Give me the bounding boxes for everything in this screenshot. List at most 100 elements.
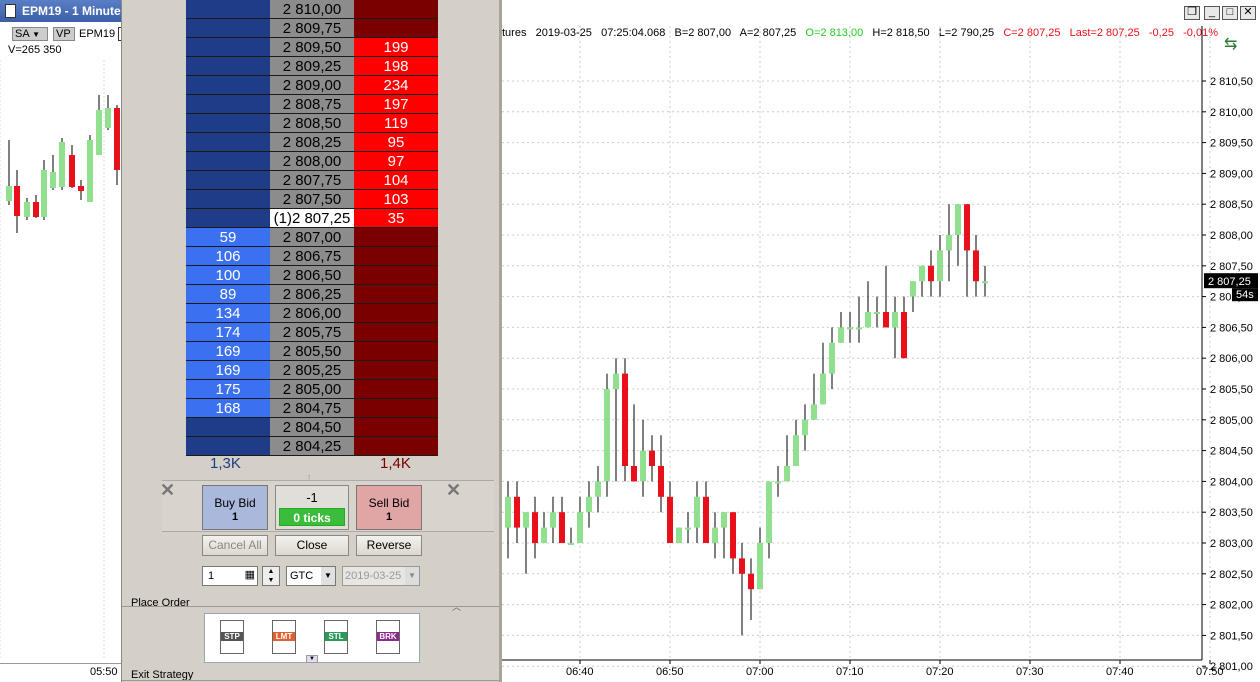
ask-cell[interactable] [354, 304, 438, 323]
price-cell[interactable]: 2 810,00 [270, 0, 354, 19]
left-chart-titlebar[interactable]: EPM19 - 1 Minute [0, 0, 121, 22]
price-cell[interactable]: 2 804,50 [270, 418, 354, 437]
price-cell[interactable]: 2 808,00 [270, 152, 354, 171]
bid-cell[interactable] [186, 38, 270, 57]
price-cell[interactable]: 2 808,25 [270, 133, 354, 152]
bid-cell[interactable] [186, 76, 270, 95]
calculator-icon[interactable]: ▦ [245, 569, 255, 582]
close-position-button[interactable]: Close [275, 535, 349, 556]
chevron-up-icon[interactable]: ▲ [263, 567, 279, 576]
collapse-icon[interactable]: ︿ [452, 600, 461, 613]
ask-cell[interactable]: 95 [354, 133, 438, 152]
bid-cell[interactable] [186, 152, 270, 171]
chevron-down-icon[interactable]: ▼ [263, 576, 279, 585]
buy-bid-button[interactable]: Buy Bid 1 [202, 485, 268, 530]
price-cell[interactable]: 2 809,75 [270, 19, 354, 38]
bid-cell[interactable] [186, 437, 270, 456]
ask-cell[interactable] [354, 399, 438, 418]
quantity-stepper[interactable]: ▲ ▼ [262, 566, 280, 586]
price-cell[interactable]: 2 807,00 [270, 228, 354, 247]
price-cell[interactable]: 2 807,75 [270, 171, 354, 190]
bid-cell[interactable]: 175 [186, 380, 270, 399]
price-cell[interactable]: 2 806,50 [270, 266, 354, 285]
price-cell[interactable]: 2 806,00 [270, 304, 354, 323]
ask-cell[interactable]: 103 [354, 190, 438, 209]
bid-cell[interactable] [186, 95, 270, 114]
bid-cell[interactable] [186, 19, 270, 38]
price-cell[interactable]: 2 805,50 [270, 342, 354, 361]
bid-cell[interactable]: 134 [186, 304, 270, 323]
bid-cell[interactable]: 169 [186, 342, 270, 361]
price-cell[interactable]: 2 805,00 [270, 380, 354, 399]
ask-cell[interactable] [354, 323, 438, 342]
ask-cell[interactable] [354, 247, 438, 266]
chevron-down-icon[interactable]: ▼ [405, 567, 419, 585]
bid-cell[interactable] [186, 114, 270, 133]
ask-cell[interactable]: 119 [354, 114, 438, 133]
ask-cell[interactable] [354, 19, 438, 38]
bracket-order-icon[interactable]: BRK [376, 620, 400, 654]
quantity-input[interactable]: 1 ▦ [202, 566, 258, 586]
bid-cell[interactable]: 59 [186, 228, 270, 247]
ask-cell[interactable]: 104 [354, 171, 438, 190]
close-left-icon[interactable]: ✕ [160, 480, 175, 501]
cancel-all-button[interactable]: Cancel All [202, 535, 268, 556]
bid-cell[interactable] [186, 171, 270, 190]
price-cell[interactable]: 2 804,75 [270, 399, 354, 418]
ask-cell[interactable] [354, 437, 438, 456]
ask-cell[interactable] [354, 342, 438, 361]
countdown-tag: 54s [1236, 289, 1254, 301]
ask-cell[interactable]: 97 [354, 152, 438, 171]
bid-cell[interactable] [186, 209, 270, 228]
ask-cell[interactable] [354, 0, 438, 19]
ask-cell[interactable] [354, 228, 438, 247]
bid-cell[interactable] [186, 418, 270, 437]
last-price-cell[interactable]: (1)2 807,25 [270, 209, 354, 228]
price-cell[interactable]: 2 808,75 [270, 95, 354, 114]
ask-cell[interactable] [354, 361, 438, 380]
tif-select[interactable]: GTC ▼ [286, 566, 336, 586]
expand-icon[interactable]: ▼ [306, 655, 318, 663]
price-cell[interactable]: 2 804,25 [270, 437, 354, 456]
bid-cell[interactable]: 106 [186, 247, 270, 266]
price-cell[interactable]: 2 805,25 [270, 361, 354, 380]
bid-cell[interactable]: 169 [186, 361, 270, 380]
price-cell[interactable]: 2 805,75 [270, 323, 354, 342]
stop-order-icon[interactable]: STP [220, 620, 244, 654]
price-cell[interactable]: 2 808,50 [270, 114, 354, 133]
price-cell[interactable]: 2 809,50 [270, 38, 354, 57]
reverse-button[interactable]: Reverse [356, 535, 422, 556]
ask-cell[interactable]: 197 [354, 95, 438, 114]
sa-dropdown[interactable]: SA ▼ [12, 27, 48, 41]
ask-cell[interactable] [354, 285, 438, 304]
vp-button[interactable]: VP [53, 27, 75, 41]
ask-cell[interactable]: 199 [354, 38, 438, 57]
ask-cell[interactable]: 198 [354, 57, 438, 76]
ask-cell[interactable] [354, 380, 438, 399]
candlestick-chart[interactable]: 2 810,50 2 810,00 2 809,50 2 809,00 2 808,50… [502, 0, 1260, 682]
close-right-icon[interactable]: ✕ [446, 480, 461, 501]
bid-cell[interactable]: 174 [186, 323, 270, 342]
bid-cell[interactable] [186, 133, 270, 152]
price-cell[interactable]: 2 806,25 [270, 285, 354, 304]
price-cell[interactable]: 2 806,75 [270, 247, 354, 266]
price-cell[interactable]: 2 809,00 [270, 76, 354, 95]
ask-cell[interactable] [354, 418, 438, 437]
bid-cell[interactable] [186, 57, 270, 76]
price-cell[interactable]: 2 807,50 [270, 190, 354, 209]
chevron-down-icon[interactable]: ▼ [321, 567, 335, 585]
bid-cell[interactable]: 168 [186, 399, 270, 418]
bid-cell[interactable]: 100 [186, 266, 270, 285]
bid-cell[interactable] [186, 0, 270, 19]
ask-cell[interactable]: 35 [354, 209, 438, 228]
ask-cell[interactable] [354, 266, 438, 285]
ask-cell[interactable]: 234 [354, 76, 438, 95]
date-picker[interactable]: 2019-03-25 ▼ [342, 566, 420, 586]
sell-bid-button[interactable]: Sell Bid 1 [356, 485, 422, 530]
stop-limit-order-icon[interactable]: STL [324, 620, 348, 654]
bid-cell[interactable] [186, 190, 270, 209]
position-value: -1 [306, 490, 318, 505]
bid-cell[interactable]: 89 [186, 285, 270, 304]
limit-order-icon[interactable]: LMT [272, 620, 296, 654]
price-cell[interactable]: 2 809,25 [270, 57, 354, 76]
